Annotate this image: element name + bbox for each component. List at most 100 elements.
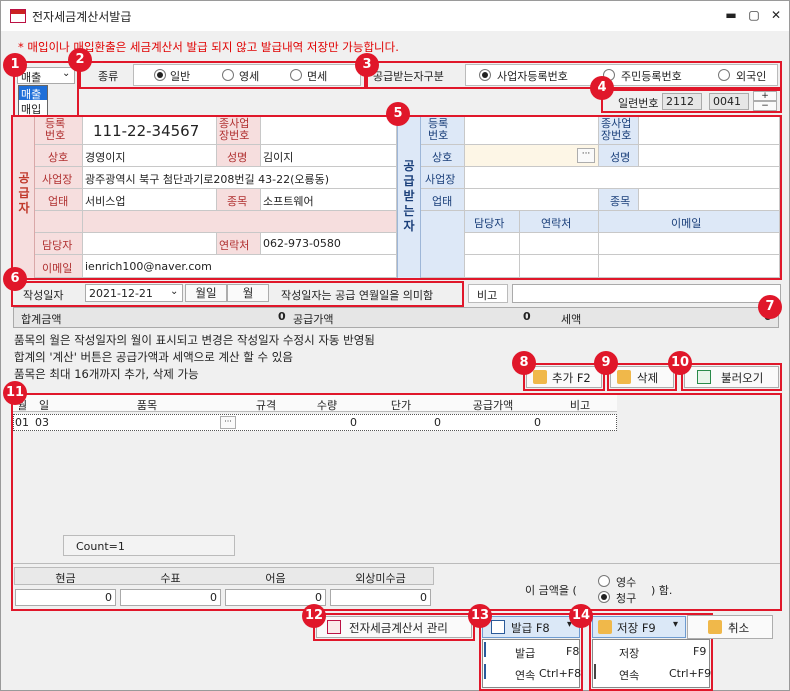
receiver-email-field-1[interactable] [599, 233, 780, 255]
save-menu-item-continuous[interactable]: 연속 Ctrl+F9 [594, 664, 712, 683]
receiver-manager-field-1[interactable] [465, 233, 520, 255]
issue-continuous-icon [484, 664, 486, 679]
payment-check-field[interactable]: 0 [120, 589, 221, 606]
write-date-picker[interactable]: 2021-12-21 ⌄ [85, 284, 183, 302]
kind-radio-exempt[interactable] [290, 69, 302, 81]
month-button[interactable]: 월 [227, 284, 269, 302]
supplier-name-field[interactable]: 경영이지 [85, 149, 125, 165]
supplier-manager-field[interactable] [83, 233, 217, 255]
issue-menu-item-issue[interactable]: 발급 F8 [484, 642, 579, 661]
issue-menu-continuous-label: 연속 [515, 669, 536, 682]
save-icon [598, 620, 612, 634]
supplier-ceo-field[interactable]: 김이지 [263, 149, 293, 165]
memo-field[interactable] [512, 284, 781, 303]
help-line-3: 품목은 최대 16개까지 추가, 삭제 가능 [14, 367, 199, 381]
serial-increment-button[interactable]: + [753, 91, 777, 101]
badge-8: 8 [512, 351, 536, 375]
cancel-icon [708, 620, 722, 634]
receiver-contact-field-2[interactable] [520, 255, 599, 278]
calendar-dropdown-icon[interactable]: ⌄ [170, 286, 178, 297]
kind-radio-zero-rated[interactable] [222, 69, 234, 81]
supplier-section-label: 공급자 [18, 171, 30, 215]
serial-number-field[interactable]: 0041 [709, 93, 749, 110]
badge-13: 13 [468, 604, 492, 628]
payment-cash-field[interactable]: 0 [15, 589, 116, 606]
serial-year-field[interactable]: 2112 [662, 93, 702, 110]
manage-invoices-button[interactable]: 전자세금계산서 관리 [316, 616, 472, 638]
add-icon [533, 370, 547, 384]
chevron-down-icon[interactable]: ⌄ [62, 68, 70, 79]
badge-3: 3 [355, 53, 379, 77]
receiver-ceo-field[interactable] [639, 145, 780, 167]
receiver-biz-field[interactable] [465, 189, 599, 211]
receiver-contact-field-1[interactable] [520, 233, 599, 255]
col-day: 일 [38, 399, 50, 412]
table-row[interactable]: 01 03 ··· 0 0 0 [13, 414, 617, 431]
supplier-biz-field[interactable]: 서비스업 [85, 193, 125, 209]
save-dropdown-icon[interactable]: ▾ [673, 619, 678, 630]
title-bar: 전자세금계산서발급 ▬ ▢ ✕ [1, 1, 789, 31]
save-menu-continuous-key: Ctrl+F9 [669, 667, 712, 680]
save-menu-save-key: F9 [693, 645, 707, 658]
receiver-radio-foreigner[interactable] [718, 69, 730, 81]
kind-radio-general[interactable] [154, 69, 166, 81]
serial-label: 일련번호 [618, 97, 659, 110]
supplier-email-field[interactable]: ienrich100@naver.com [85, 260, 212, 273]
trade-option-sale[interactable]: 매출 [19, 86, 47, 101]
trade-option-purchase[interactable]: 매입 [19, 101, 47, 116]
issue-menu-continuous-key: Ctrl+F8 [539, 667, 582, 680]
receiver-email-field-2[interactable] [599, 255, 780, 278]
receiver-lookup-button[interactable]: ··· [577, 148, 595, 163]
col-memo: 비고 [569, 399, 591, 412]
receiver-sub-no-field[interactable] [639, 117, 780, 145]
receiver-section-label: 공급받는자 [403, 159, 415, 233]
supplier-sub-no-field[interactable] [261, 117, 397, 145]
supplier-email-label: 이메일 [42, 262, 73, 275]
delete-icon [617, 370, 631, 384]
issue-button[interactable]: 발급 F8 ▾ [482, 616, 580, 638]
save-menu-continuous-label: 연속 [619, 669, 640, 682]
supplier-contact-field[interactable]: 062-973-0580 [263, 237, 341, 250]
serial-decrement-button[interactable]: − [753, 101, 777, 111]
payment-radio-receipt[interactable] [598, 575, 610, 587]
receiver-item-field[interactable] [639, 189, 780, 211]
supplier-addr-field[interactable]: 광주광역시 북구 첨단과기로208번길 43-22(오룡동) [85, 171, 329, 187]
receiver-manager-field-2[interactable] [465, 255, 520, 278]
supplier-item-field[interactable]: 소프트웨어 [263, 193, 314, 209]
badge-11: 11 [3, 381, 27, 405]
col-qty: 수량 [316, 399, 338, 412]
receiver-addr-field[interactable] [465, 167, 780, 189]
receiver-reg-no-field[interactable] [465, 117, 599, 145]
supplier-reg-no-field[interactable]: 111-22-34567 [93, 122, 199, 140]
issue-menu-item-continuous[interactable]: 연속 Ctrl+F8 [484, 664, 582, 683]
badge-5: 5 [386, 102, 410, 126]
payment-sentence-post: ) 함. [651, 584, 673, 597]
row-supply[interactable]: 0 [534, 416, 541, 429]
issue-icon [484, 642, 486, 657]
cancel-button[interactable]: 취소 [687, 615, 773, 639]
row-qty[interactable]: 0 [350, 416, 357, 429]
payment-radio-claim[interactable] [598, 591, 610, 603]
delete-item-label: 삭제 [637, 371, 659, 385]
save-menu-item-save[interactable]: 저장 F9 [594, 643, 708, 661]
supply-value: 0 [523, 310, 531, 323]
receiver-grid: 등록번호 종사업장번호 상호 ··· 성명 사업장 업태 종목 담당자 연락처 … [421, 117, 780, 278]
row-count-box: Count=1 [63, 535, 235, 556]
delete-item-button[interactable]: 삭제 [610, 366, 674, 388]
close-button[interactable]: ✕ [765, 5, 787, 25]
maximize-button[interactable]: ▢ [743, 5, 765, 25]
month-end-button[interactable]: 월일 [185, 284, 227, 302]
save-button[interactable]: 저장 F9 ▾ [592, 616, 686, 638]
supplier-ceo-label: 성명 [227, 151, 248, 164]
add-item-button[interactable]: 추가 F2 [526, 366, 602, 388]
receiver-reg-no-label: 등록번호 [428, 117, 449, 142]
payment-credit-field[interactable]: 0 [330, 589, 431, 606]
minimize-button[interactable]: ▬ [720, 5, 742, 25]
item-lookup-button[interactable]: ··· [220, 416, 236, 429]
help-line-1: 품목의 월은 작성일자의 월이 표시되고 변경은 작성일자 수정시 자동 반영됨 [14, 333, 375, 347]
issue-button-label: 발급 F8 [511, 621, 550, 635]
load-item-button[interactable]: 불러오기 [684, 366, 779, 388]
receiver-radio-business[interactable] [479, 69, 491, 81]
write-date-value: 2021-12-21 [89, 287, 153, 300]
row-price[interactable]: 0 [434, 416, 441, 429]
